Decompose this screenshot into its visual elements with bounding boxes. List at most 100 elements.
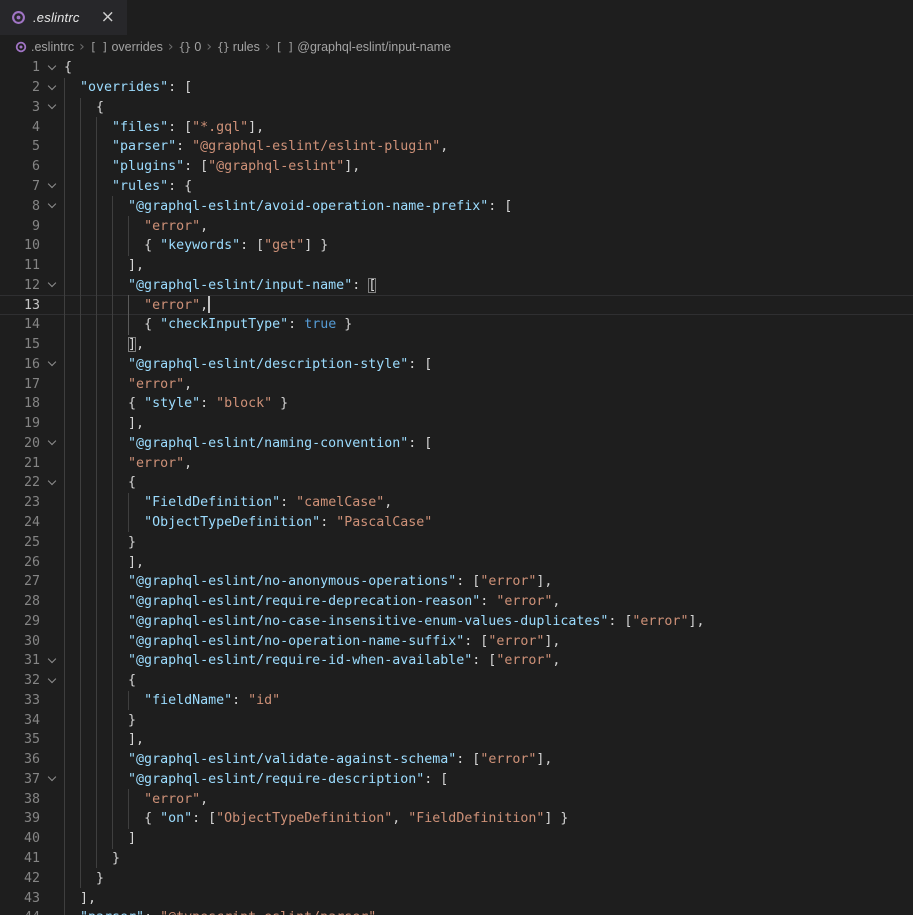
line-number[interactable]: 14 <box>0 317 40 332</box>
code-line[interactable]: 27 "@graphql-eslint/no-anonymous-operati… <box>0 572 913 592</box>
code-line[interactable]: 34 } <box>0 710 913 730</box>
gutter[interactable]: 22 <box>0 473 64 493</box>
breadcrumb-item[interactable]: [ ]overrides <box>90 40 163 54</box>
code-editor[interactable]: 1{2 "overrides": [3 {4 "files": ["*.gql"… <box>0 58 913 915</box>
gutter[interactable]: 1 <box>0 58 64 78</box>
code-line[interactable]: 33 "fieldName": "id" <box>0 691 913 711</box>
gutter[interactable]: 12 <box>0 275 64 295</box>
code-line[interactable]: 31 "@graphql-eslint/require-id-when-avai… <box>0 651 913 671</box>
code-line[interactable]: 35 ], <box>0 730 913 750</box>
fold-chevron-icon[interactable] <box>40 354 64 374</box>
line-number[interactable]: 7 <box>0 179 40 194</box>
gutter[interactable]: 39 <box>0 809 64 829</box>
gutter[interactable]: 11 <box>0 256 64 276</box>
code-line[interactable]: 4 "files": ["*.gql"], <box>0 117 913 137</box>
gutter[interactable]: 31 <box>0 651 64 671</box>
line-number[interactable]: 23 <box>0 495 40 510</box>
line-number[interactable]: 32 <box>0 673 40 688</box>
breadcrumb-item[interactable]: {}0 <box>179 40 202 54</box>
close-icon[interactable]: × <box>101 9 115 26</box>
line-number[interactable]: 24 <box>0 515 40 530</box>
code-line[interactable]: 28 "@graphql-eslint/require-deprecation-… <box>0 592 913 612</box>
code-line[interactable]: 32 { <box>0 671 913 691</box>
line-number[interactable]: 37 <box>0 772 40 787</box>
fold-chevron-icon[interactable] <box>40 671 64 691</box>
line-number[interactable]: 21 <box>0 456 40 471</box>
line-number[interactable]: 11 <box>0 258 40 273</box>
gutter[interactable]: 16 <box>0 354 64 374</box>
code-line[interactable]: 10 { "keywords": ["get"] } <box>0 236 913 256</box>
gutter[interactable]: 18 <box>0 394 64 414</box>
code-line[interactable]: 23 "FieldDefinition": "camelCase", <box>0 493 913 513</box>
code-line[interactable]: 13 "error", <box>0 295 913 315</box>
fold-chevron-icon[interactable] <box>40 58 64 78</box>
line-number[interactable]: 39 <box>0 811 40 826</box>
fold-chevron-icon[interactable] <box>40 434 64 454</box>
fold-chevron-icon[interactable] <box>40 473 64 493</box>
gutter[interactable]: 5 <box>0 137 64 157</box>
line-number[interactable]: 26 <box>0 555 40 570</box>
line-number[interactable]: 22 <box>0 475 40 490</box>
gutter[interactable]: 4 <box>0 117 64 137</box>
code-line[interactable]: 42 } <box>0 868 913 888</box>
line-number[interactable]: 40 <box>0 831 40 846</box>
fold-chevron-icon[interactable] <box>40 770 64 790</box>
code-line[interactable]: 12 "@graphql-eslint/input-name": [ <box>0 275 913 295</box>
line-number[interactable]: 5 <box>0 139 40 154</box>
code-line[interactable]: 38 "error", <box>0 789 913 809</box>
gutter[interactable]: 32 <box>0 671 64 691</box>
gutter[interactable]: 38 <box>0 789 64 809</box>
line-number[interactable]: 30 <box>0 634 40 649</box>
gutter[interactable]: 21 <box>0 453 64 473</box>
line-number[interactable]: 20 <box>0 436 40 451</box>
tab-eslintrc[interactable]: .eslintrc × <box>0 0 127 35</box>
code-line[interactable]: 6 "plugins": ["@graphql-eslint"], <box>0 157 913 177</box>
gutter[interactable]: 24 <box>0 513 64 533</box>
gutter[interactable]: 34 <box>0 710 64 730</box>
line-number[interactable]: 19 <box>0 416 40 431</box>
fold-chevron-icon[interactable] <box>40 196 64 216</box>
gutter[interactable]: 14 <box>0 315 64 335</box>
code-line[interactable]: 8 "@graphql-eslint/avoid-operation-name-… <box>0 196 913 216</box>
gutter[interactable]: 26 <box>0 552 64 572</box>
fold-chevron-icon[interactable] <box>40 177 64 197</box>
gutter[interactable]: 2 <box>0 78 64 98</box>
code-line[interactable]: 2 "overrides": [ <box>0 78 913 98</box>
line-number[interactable]: 25 <box>0 535 40 550</box>
gutter[interactable]: 23 <box>0 493 64 513</box>
gutter[interactable]: 6 <box>0 157 64 177</box>
line-number[interactable]: 2 <box>0 80 40 95</box>
line-number[interactable]: 34 <box>0 713 40 728</box>
line-number[interactable]: 12 <box>0 278 40 293</box>
line-number[interactable]: 17 <box>0 377 40 392</box>
breadcrumb-item[interactable]: .eslintrc <box>15 40 74 54</box>
line-number[interactable]: 3 <box>0 100 40 115</box>
code-line[interactable]: 37 "@graphql-eslint/require-description"… <box>0 770 913 790</box>
line-number[interactable]: 27 <box>0 574 40 589</box>
code-line[interactable]: 41 } <box>0 849 913 869</box>
line-number[interactable]: 35 <box>0 732 40 747</box>
line-number[interactable]: 9 <box>0 219 40 234</box>
code-line[interactable]: 36 "@graphql-eslint/validate-against-sch… <box>0 750 913 770</box>
code-line[interactable]: 14 { "checkInputType": true } <box>0 315 913 335</box>
gutter[interactable]: 13 <box>0 295 64 315</box>
code-line[interactable]: 43 ], <box>0 888 913 908</box>
code-line[interactable]: 44 "parser": "@typescript-eslint/parser" <box>0 908 913 915</box>
line-number[interactable]: 16 <box>0 357 40 372</box>
gutter[interactable]: 28 <box>0 592 64 612</box>
line-number[interactable]: 33 <box>0 693 40 708</box>
code-line[interactable]: 25 } <box>0 532 913 552</box>
gutter[interactable]: 37 <box>0 770 64 790</box>
line-number[interactable]: 8 <box>0 199 40 214</box>
gutter[interactable]: 20 <box>0 434 64 454</box>
line-number[interactable]: 42 <box>0 871 40 886</box>
gutter[interactable]: 25 <box>0 532 64 552</box>
gutter[interactable]: 44 <box>0 908 64 915</box>
code-line[interactable]: 11 ], <box>0 256 913 276</box>
fold-chevron-icon[interactable] <box>40 98 64 118</box>
gutter[interactable]: 19 <box>0 414 64 434</box>
gutter[interactable]: 8 <box>0 196 64 216</box>
gutter[interactable]: 29 <box>0 611 64 631</box>
code-line[interactable]: 22 { <box>0 473 913 493</box>
gutter[interactable]: 40 <box>0 829 64 849</box>
